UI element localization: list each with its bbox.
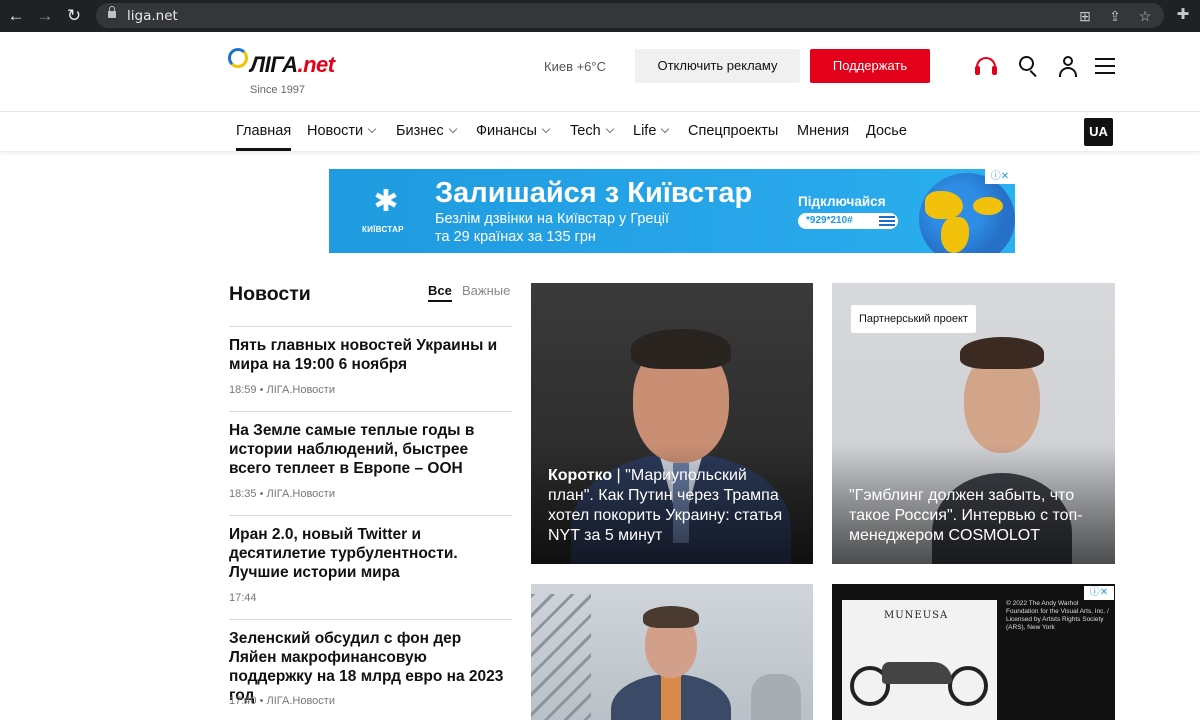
feature-card-nyt[interactable]: Коротко | "Мариупольский план". Как Пути… <box>531 283 813 564</box>
address-bar[interactable]: liga.net ⊞ ⇪ ☆ <box>96 3 1164 28</box>
tab-all[interactable]: Все <box>428 283 452 302</box>
news-list-item[interactable]: Зеленский обсудил с фон дер Ляйен макроф… <box>229 619 512 720</box>
adchoices-icon[interactable]: ⓘ✕ <box>985 169 1015 184</box>
motorcycle-body <box>882 662 952 684</box>
moto-title: MUNEUSA <box>884 610 949 621</box>
kyivstar-logo: ✱ КИЇВСТАР <box>357 187 413 243</box>
feature-card-portrait[interactable] <box>531 584 813 720</box>
translate-icon[interactable]: ⊞ <box>1076 7 1094 25</box>
news-headline[interactable]: Зеленский обсудил с фон дер Ляйен макроф… <box>229 629 512 705</box>
chevron-down-icon <box>541 124 551 134</box>
news-meta: 18:59 • ЛІГА.Новости <box>229 384 335 396</box>
nav-item-life[interactable]: Life <box>633 123 670 139</box>
kyivstar-star-icon: ✱ <box>373 185 399 218</box>
share-icon[interactable]: ⇪ <box>1106 7 1124 25</box>
portrait-image <box>611 602 731 720</box>
ad-title: Залишайся з Київстар <box>435 177 753 209</box>
card-caption[interactable]: "Гэмблинг должен забыть, что такое Росси… <box>849 486 1098 546</box>
industrial-structure <box>531 594 591 720</box>
bookmark-star-icon[interactable]: ☆ <box>1136 7 1154 25</box>
chevron-down-icon <box>661 124 670 134</box>
nav-item-home[interactable]: Главная <box>236 123 292 151</box>
nav-item-dossier[interactable]: Досье <box>866 123 907 139</box>
chevron-down-icon <box>448 124 457 134</box>
search-icon[interactable] <box>1017 54 1041 78</box>
language-switch-button[interactable]: UA <box>1084 118 1113 146</box>
news-meta: 17:44 <box>229 592 257 604</box>
globe-image <box>919 173 1015 253</box>
news-headline[interactable]: На Земле самые теплые годы в истории наб… <box>229 421 512 478</box>
tab-important[interactable]: Важные <box>462 283 510 298</box>
logo-globe-icon <box>228 48 248 68</box>
news-meta: 18:35 • ЛІГА.Новости <box>229 488 335 500</box>
ad-copyright: © 2022 The Andy Warhol Foundation for th… <box>1006 600 1109 631</box>
feature-card-cosmolot[interactable]: Партнерський проект "Гэмблинг должен заб… <box>832 283 1115 564</box>
motorcycle-illustration: MUNEUSA <box>842 600 997 720</box>
chevron-down-icon <box>605 124 614 134</box>
greece-flag-icon <box>879 216 895 226</box>
motorcycle-ad[interactable]: MUNEUSA © 2022 The Andy Warhol Foundatio… <box>832 584 1115 720</box>
news-list-item[interactable]: На Земле самые теплые годы в истории наб… <box>229 411 512 515</box>
ad-close-icon[interactable]: ⓘ✕ <box>1084 586 1114 600</box>
disable-ads-button[interactable]: Отключить рекламу <box>635 49 800 83</box>
partner-project-badge: Партнерський проект <box>851 305 976 333</box>
nav-item-opinions[interactable]: Мнения <box>797 123 849 139</box>
ad-line-2: та 29 країнах за 135 грн <box>435 229 596 245</box>
ad-line-1: Безлім дзвінки на Київстар у Греції <box>435 211 670 227</box>
logo-wordmark: ЛІГА.net <box>250 52 335 77</box>
liga-logo[interactable]: ЛІГА.net Since 1997 <box>228 46 358 98</box>
wheel-shape <box>948 666 988 706</box>
headphones-icon[interactable] <box>974 54 998 78</box>
news-meta: 17:40 • ЛІГА.Новости <box>229 695 335 707</box>
forward-arrow-icon[interactable]: → <box>35 6 55 26</box>
nav-item-specprojects[interactable]: Спецпроекты <box>688 123 778 139</box>
lock-icon <box>108 6 116 20</box>
nav-item-tech[interactable]: Tech <box>570 123 614 139</box>
browser-toolbar: ← → ↻ liga.net ⊞ ⇪ ☆ ✚ <box>0 0 1200 32</box>
site-header: ЛІГА.net Since 1997 Киев +6°C Отключить … <box>0 32 1200 112</box>
nav-item-business[interactable]: Бизнес <box>396 123 457 139</box>
hamburger-menu-icon[interactable] <box>1094 54 1118 78</box>
address-url[interactable]: liga.net <box>127 8 178 24</box>
card-caption[interactable]: Коротко | "Мариупольский план". Как Пути… <box>548 466 796 546</box>
news-section-title: Новости <box>229 283 311 305</box>
news-list-item[interactable]: Пять главных новостей Украины и мира на … <box>229 326 512 411</box>
ad-cta[interactable]: Підключайся <box>798 194 886 209</box>
news-headline[interactable]: Пять главных новостей Украины и мира на … <box>229 336 512 374</box>
extensions-puzzle-icon[interactable]: ✚ <box>1174 6 1192 24</box>
support-button[interactable]: Поддержать <box>810 49 930 83</box>
news-headline[interactable]: Иран 2.0, новый Twitter и десятилетие ту… <box>229 525 512 582</box>
nav-item-news[interactable]: Новости <box>307 123 377 139</box>
nav-item-finance[interactable]: Финансы <box>476 123 551 139</box>
weather-widget[interactable]: Киев +6°C <box>544 59 606 74</box>
back-arrow-icon[interactable]: ← <box>6 6 26 26</box>
user-account-icon[interactable] <box>1056 54 1080 78</box>
news-list-item[interactable]: Иран 2.0, новый Twitter и десятилетие ту… <box>229 515 512 619</box>
logo-since: Since 1997 <box>250 84 306 96</box>
tank-structure <box>751 674 801 720</box>
reload-icon[interactable]: ↻ <box>64 6 84 26</box>
main-nav: Главная Новости Бизнес Финансы Tech Life… <box>0 112 1200 152</box>
kyivstar-brand: КИЇВСТАР <box>362 225 404 234</box>
kyivstar-ad-banner[interactable]: ✱ КИЇВСТАР Залишайся з Київстар Безлім д… <box>329 169 1015 253</box>
chevron-down-icon <box>367 124 377 134</box>
